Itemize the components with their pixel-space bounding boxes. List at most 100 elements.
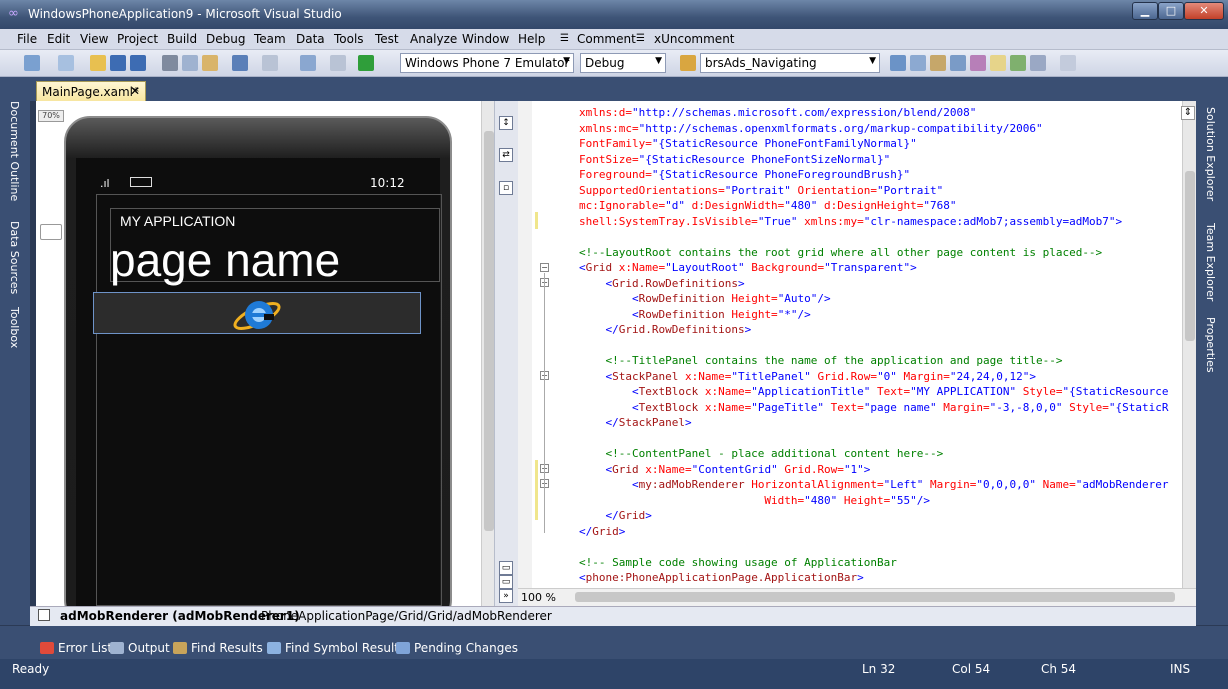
menu-edit[interactable]: Edit bbox=[47, 32, 70, 46]
maximize-button[interactable]: □ bbox=[1158, 2, 1184, 20]
code-line[interactable]: </StackPanel> bbox=[579, 415, 1179, 431]
menu-view[interactable]: View bbox=[80, 32, 108, 46]
code-line[interactable]: </Grid> bbox=[579, 524, 1179, 540]
code-line[interactable]: xmlns:mc="http://schemas.openxmlformats.… bbox=[579, 121, 1179, 137]
horizontal-split-icon[interactable]: ▭ bbox=[499, 561, 513, 575]
page-title-text[interactable]: page name bbox=[110, 234, 340, 286]
start-page-icon[interactable] bbox=[990, 55, 1006, 71]
tab-find-symbol-results[interactable]: Find Symbol Results bbox=[267, 641, 405, 655]
tab-output[interactable]: Output bbox=[110, 641, 170, 655]
fold-toggle-icon[interactable]: − bbox=[540, 263, 549, 272]
tab-document-outline[interactable]: Document Outline bbox=[8, 101, 21, 201]
code-line[interactable]: <!-- Sample code showing usage of Applic… bbox=[579, 555, 1179, 571]
tab-find-results-1[interactable]: Find Results 1 bbox=[173, 641, 274, 655]
paste-icon[interactable] bbox=[202, 55, 218, 71]
code-line[interactable]: <TextBlock x:Name="PageTitle" Text="page… bbox=[579, 400, 1179, 416]
code-line[interactable]: <my:adMobRenderer HorizontalAlignment="L… bbox=[579, 477, 1179, 493]
code-line[interactable]: SupportedOrientations="Portrait" Orienta… bbox=[579, 183, 1179, 199]
menu-help[interactable]: Help bbox=[518, 32, 545, 46]
code-line[interactable]: <TextBlock x:Name="ApplicationTitle" Tex… bbox=[579, 384, 1179, 400]
vertical-split-icon[interactable]: ⇄ bbox=[499, 148, 513, 162]
new-project-icon[interactable] bbox=[24, 55, 40, 71]
menu-data[interactable]: Data bbox=[296, 32, 325, 46]
cut-icon[interactable] bbox=[162, 55, 178, 71]
properties-icon[interactable] bbox=[930, 55, 946, 71]
menu-team[interactable]: Team bbox=[254, 32, 286, 46]
menu-analyze[interactable]: Analyze bbox=[410, 32, 457, 46]
split-editor-icon[interactable]: ⇕ bbox=[1181, 106, 1195, 120]
menu-uncomment[interactable]: xUncomment bbox=[654, 32, 735, 46]
tab-mainpage-xaml[interactable]: MainPage.xaml* ✕ bbox=[36, 81, 146, 101]
code-line[interactable]: FontFamily="{StaticResource PhoneFontFam… bbox=[579, 136, 1179, 152]
code-line[interactable]: FontSize="{StaticResource PhoneFontSizeN… bbox=[579, 152, 1179, 168]
menu-project[interactable]: Project bbox=[117, 32, 158, 46]
designer-zoom[interactable]: 70% bbox=[38, 110, 64, 122]
tab-data-sources[interactable]: Data Sources bbox=[8, 221, 21, 294]
menu-debug[interactable]: Debug bbox=[206, 32, 245, 46]
deployment-target-select[interactable]: Windows Phone 7 Emulator ▼ bbox=[400, 53, 574, 73]
configuration-select[interactable]: Debug ▼ bbox=[580, 53, 666, 73]
tab-toolbox[interactable]: Toolbox bbox=[8, 307, 21, 348]
code-line[interactable]: </Grid.RowDefinitions> bbox=[579, 322, 1179, 338]
copy-icon[interactable] bbox=[182, 55, 198, 71]
code-line[interactable]: <Grid.RowDefinitions> bbox=[579, 276, 1179, 292]
code-line[interactable]: xmlns:d="http://schemas.microsoft.com/ex… bbox=[579, 105, 1179, 121]
tab-pending-changes[interactable]: Pending Changes bbox=[396, 641, 518, 655]
toolbar-options-icon[interactable] bbox=[1060, 55, 1076, 71]
code-line[interactable]: <phone:PhoneApplicationPage.ApplicationB… bbox=[579, 570, 1179, 586]
close-tab-icon[interactable]: ✕ bbox=[130, 84, 140, 98]
collapse-pane-icon[interactable]: ▫ bbox=[499, 181, 513, 195]
tab-team-explorer[interactable]: Team Explorer bbox=[1204, 223, 1217, 301]
menu-build[interactable]: Build bbox=[167, 32, 197, 46]
menu-tools[interactable]: Tools bbox=[334, 32, 364, 46]
tab-solution-explorer[interactable]: Solution Explorer bbox=[1204, 107, 1217, 201]
navigate-backward-icon[interactable] bbox=[300, 55, 316, 71]
fit-to-screen-icon[interactable] bbox=[40, 224, 62, 240]
code-line[interactable]: shell:SystemTray.IsVisible="True" xmlns:… bbox=[579, 214, 1179, 230]
save-all-icon[interactable] bbox=[130, 55, 146, 71]
add-item-icon[interactable] bbox=[58, 55, 74, 71]
code-line[interactable]: </Grid> bbox=[579, 508, 1179, 524]
code-line[interactable]: <!--TitlePanel contains the name of the … bbox=[579, 353, 1179, 369]
solution-explorer-icon[interactable] bbox=[910, 55, 926, 71]
tab-properties[interactable]: Properties bbox=[1204, 317, 1217, 373]
editor-vertical-scrollbar[interactable] bbox=[1182, 101, 1196, 588]
minimize-button[interactable]: ▁ bbox=[1132, 2, 1158, 20]
close-window-button[interactable]: ✕ bbox=[1184, 2, 1224, 20]
app-title-text[interactable]: MY APPLICATION bbox=[120, 213, 235, 229]
code-line[interactable]: <StackPanel x:Name="TitlePanel" Grid.Row… bbox=[579, 369, 1179, 385]
code-line[interactable]: <!--LayoutRoot contains the root grid wh… bbox=[579, 245, 1179, 261]
breadcrumb-path[interactable]: PhoneApplicationPage/Grid/Grid/adMobRend… bbox=[261, 609, 552, 623]
command-window-icon[interactable] bbox=[1030, 55, 1046, 71]
find-combo[interactable]: brsAds_Navigating ▼ bbox=[700, 53, 880, 73]
code-line[interactable]: mc:Ignorable="d" d:DesignWidth="480" d:D… bbox=[579, 198, 1179, 214]
code-line[interactable]: <RowDefinition Height="*"/> bbox=[579, 307, 1179, 323]
menu-file[interactable]: File bbox=[17, 32, 37, 46]
menu-window[interactable]: Window bbox=[462, 32, 509, 46]
toolbox-icon[interactable] bbox=[970, 55, 986, 71]
editor-zoom-level[interactable]: 100 % bbox=[521, 591, 556, 604]
find-in-files-icon[interactable] bbox=[680, 55, 696, 71]
object-browser-icon[interactable] bbox=[950, 55, 966, 71]
designer-vertical-scrollbar[interactable] bbox=[481, 101, 495, 606]
designer-scroll-thumb[interactable] bbox=[484, 131, 494, 531]
start-debugging-icon[interactable] bbox=[358, 55, 374, 71]
expand-editor-icon[interactable]: » bbox=[499, 589, 513, 603]
swap-panes-icon[interactable]: ↕ bbox=[499, 116, 513, 130]
editor-horizontal-scroll-thumb[interactable] bbox=[575, 592, 1175, 602]
code-line[interactable]: <Grid x:Name="ContentGrid" Grid.Row="1"> bbox=[579, 462, 1179, 478]
undo-icon[interactable] bbox=[232, 55, 248, 71]
redo-icon[interactable] bbox=[262, 55, 278, 71]
designer-xaml-splitter[interactable] bbox=[494, 101, 518, 606]
tab-error-list[interactable]: Error List bbox=[40, 641, 112, 655]
code-line[interactable]: <RowDefinition Height="Auto"/> bbox=[579, 291, 1179, 307]
navigate-forward-icon[interactable] bbox=[330, 55, 346, 71]
find-icon[interactable] bbox=[890, 55, 906, 71]
code-line[interactable]: <Grid x:Name="LayoutRoot" Background="Tr… bbox=[579, 260, 1179, 276]
menu-comment[interactable]: Comment bbox=[577, 32, 636, 46]
code-line[interactable]: Width="480" Height="55"/> bbox=[579, 493, 1179, 509]
extension-manager-icon[interactable] bbox=[1010, 55, 1026, 71]
collapse-designer-icon[interactable]: ▭ bbox=[499, 575, 513, 589]
code-line[interactable]: <!--ContentPanel - place additional cont… bbox=[579, 446, 1179, 462]
code-line[interactable]: Foreground="{StaticResource PhoneForegro… bbox=[579, 167, 1179, 183]
